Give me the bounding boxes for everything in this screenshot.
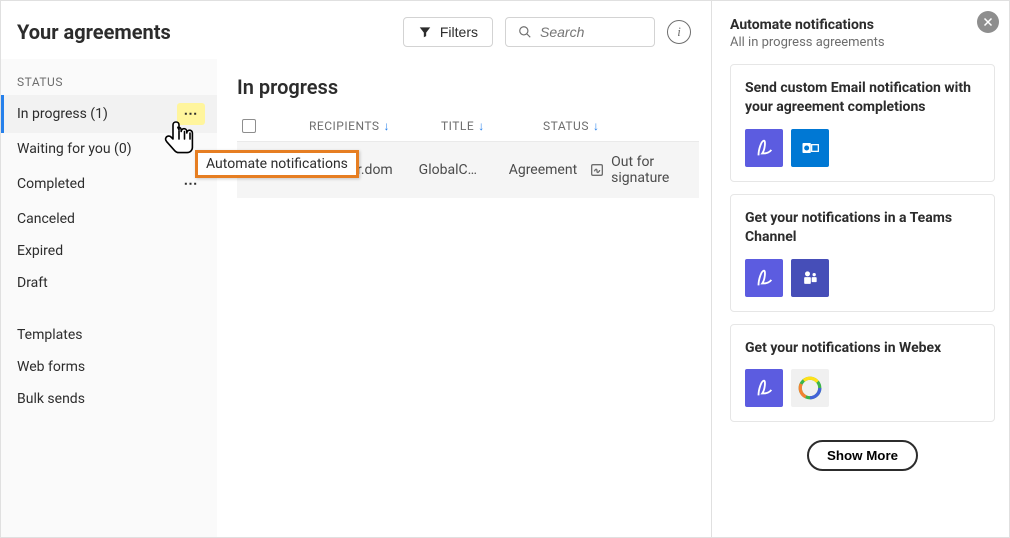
right-panel: Automate notifications All in progress a… — [711, 1, 1009, 537]
row-status: Out for signature — [589, 154, 699, 186]
filters-label: Filters — [440, 24, 478, 40]
sidebar-item-label: In progress (1) — [17, 106, 177, 122]
page-title: Your agreements — [17, 20, 171, 44]
sort-arrow-icon: ↓ — [384, 119, 391, 133]
filters-button[interactable]: Filters — [403, 17, 493, 47]
webex-icon — [791, 369, 829, 407]
close-icon[interactable] — [977, 11, 999, 33]
sidebar-item-completed[interactable]: Completed ⋯ — [1, 165, 217, 203]
card-title: Get your notifications in a Teams Channe… — [745, 209, 980, 247]
sidebar-item-templates[interactable]: Templates — [1, 319, 217, 351]
sidebar-item-label: Draft — [17, 275, 205, 291]
sidebar-item-label: Expired — [17, 243, 205, 259]
list-area: In progress RECIPIENTS ↓ TITLE ↓ — [217, 59, 711, 537]
select-all-checkbox[interactable] — [237, 119, 261, 133]
automation-card[interactable]: Get your notifications in Webex — [730, 324, 995, 423]
sidebar-item-in-progress[interactable]: In progress (1) ⋯ — [1, 95, 217, 133]
acrobat-icon — [745, 369, 783, 407]
sort-arrow-icon: ↓ — [478, 119, 485, 133]
search-icon — [518, 25, 532, 39]
more-icon[interactable]: ⋯ — [177, 103, 205, 125]
info-icon[interactable]: i — [667, 20, 691, 44]
sidebar-item-expired[interactable]: Expired — [1, 235, 217, 267]
filter-icon — [418, 25, 432, 39]
card-title: Get your notifications in Webex — [745, 339, 980, 358]
list-title: In progress — [237, 75, 699, 99]
automation-card[interactable]: Get your notifications in a Teams Channe… — [730, 194, 995, 312]
teams-icon — [791, 259, 829, 297]
sidebar-item-label: Completed — [17, 176, 177, 192]
sidebar-item-bulk-sends[interactable]: Bulk sends — [1, 383, 217, 415]
sidebar-section-label: STATUS — [1, 69, 217, 95]
header: Your agreements Filters i — [1, 1, 711, 59]
acrobat-icon — [745, 129, 783, 167]
column-title[interactable]: TITLE ↓ — [441, 119, 531, 133]
sidebar-item-label: Canceled — [17, 211, 205, 227]
sort-arrow-icon: ↓ — [593, 119, 600, 133]
sidebar-item-canceled[interactable]: Canceled — [1, 203, 217, 235]
row-title: GlobalC… — [419, 162, 497, 178]
panel-subtitle: All in progress agreements — [730, 35, 995, 50]
outlook-icon — [791, 129, 829, 167]
table-header: RECIPIENTS ↓ TITLE ↓ STATUS ↓ — [237, 113, 699, 142]
sidebar-item-label: Web forms — [17, 359, 205, 375]
signature-icon — [589, 162, 605, 178]
sidebar-item-web-forms[interactable]: Web forms — [1, 351, 217, 383]
automation-card[interactable]: Send custom Email notification with your… — [730, 64, 995, 182]
sidebar-item-label: Bulk sends — [17, 391, 205, 407]
sidebar-item-label: Templates — [17, 327, 205, 343]
column-status[interactable]: STATUS ↓ — [543, 119, 683, 133]
show-more-button[interactable]: Show More — [807, 440, 918, 471]
sidebar-item-label: Waiting for you (0) — [17, 141, 205, 157]
tooltip-automate-notifications: Automate notifications — [195, 150, 359, 178]
row-type: Agreement — [509, 162, 577, 178]
card-title: Send custom Email notification with your… — [745, 79, 980, 117]
sidebar-item-waiting[interactable]: Waiting for you (0) — [1, 133, 217, 165]
search-input[interactable] — [540, 24, 642, 40]
column-recipients[interactable]: RECIPIENTS ↓ — [309, 119, 429, 133]
search-box[interactable] — [505, 17, 655, 47]
acrobat-icon — [745, 259, 783, 297]
panel-title: Automate notifications — [730, 17, 995, 33]
sidebar: STATUS In progress (1) ⋯ Waiting for you… — [1, 59, 217, 537]
sidebar-item-draft[interactable]: Draft — [1, 267, 217, 299]
